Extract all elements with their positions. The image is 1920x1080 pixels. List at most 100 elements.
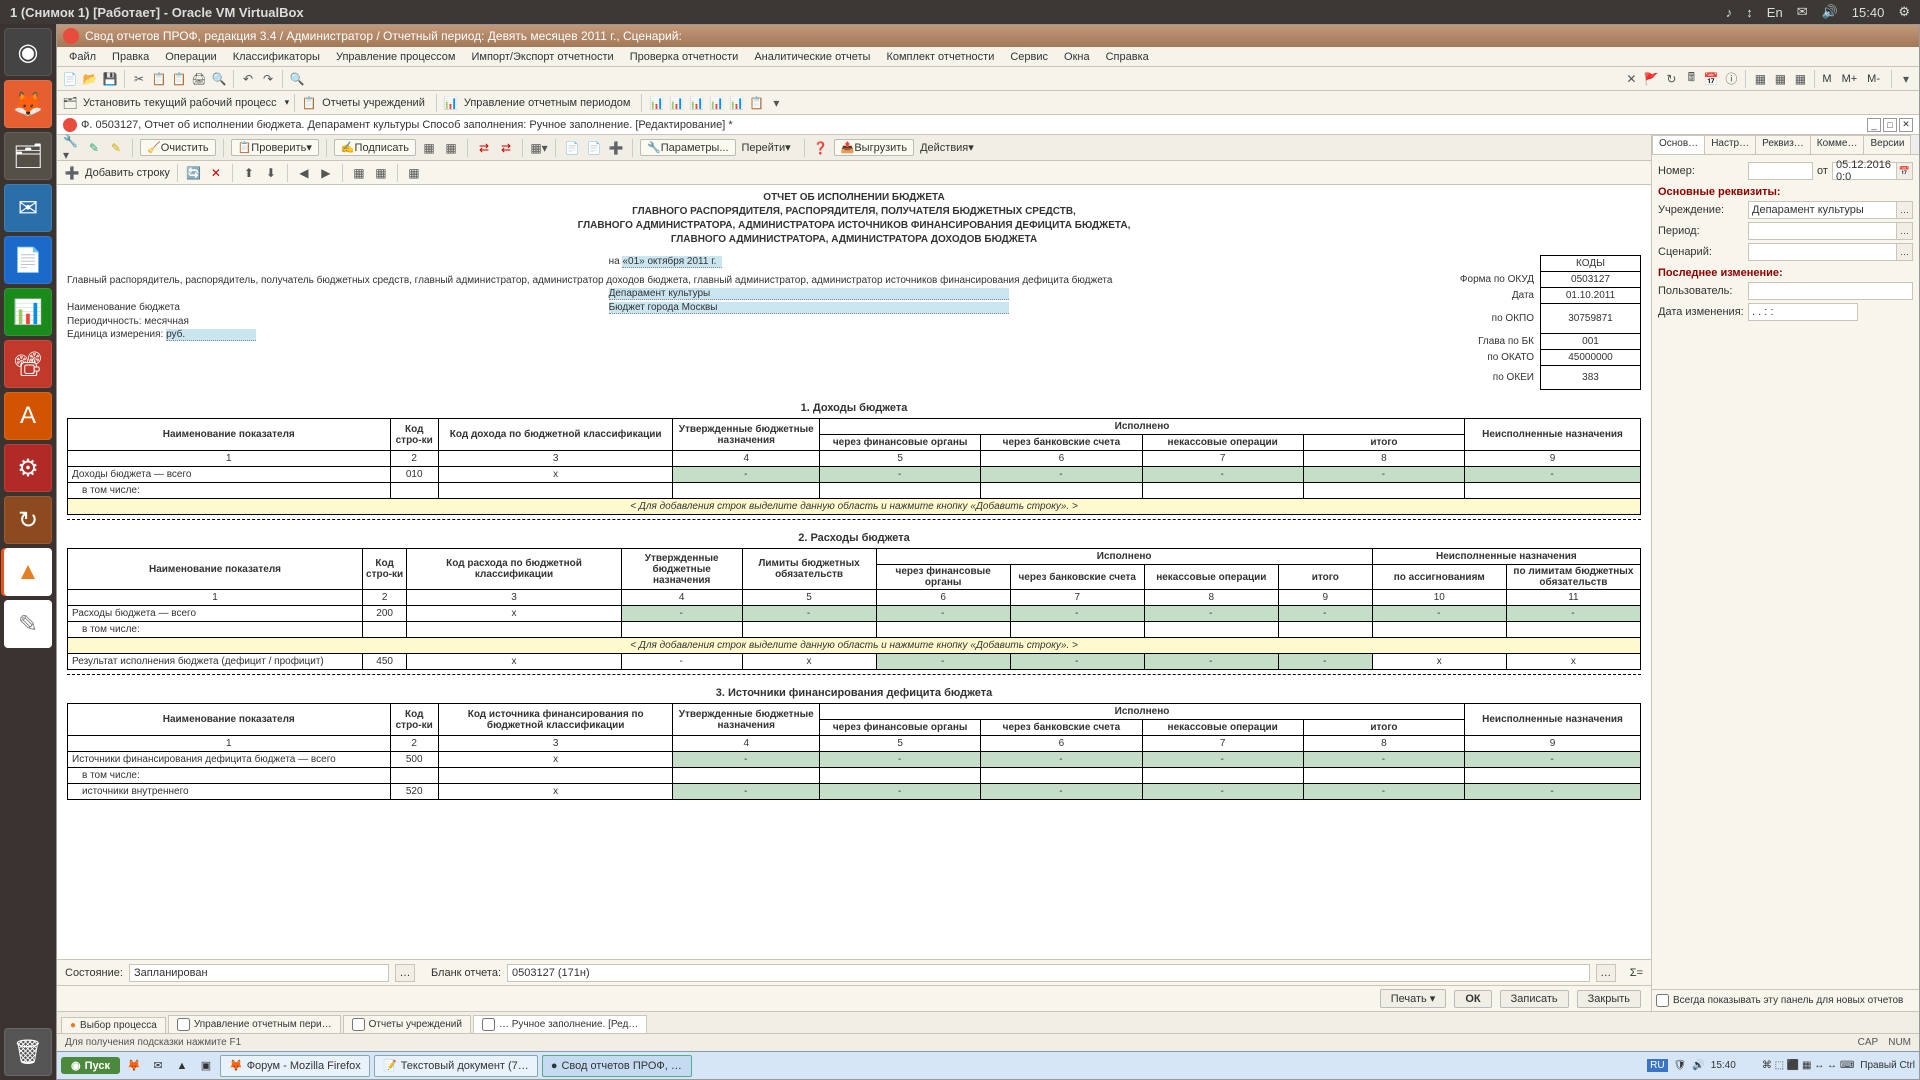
tb-flag-icon[interactable]: 🚩 <box>1642 70 1660 88</box>
new-icon[interactable]: 📄 <box>61 70 79 88</box>
unit-field[interactable]: руб. <box>166 329 256 341</box>
clock[interactable]: 15:40 <box>1852 5 1885 20</box>
tb-mminus[interactable]: M- <box>1865 73 1886 85</box>
ar-refresh[interactable]: 🔄 <box>185 164 203 182</box>
scenario-input[interactable] <box>1748 243 1897 261</box>
tb-m[interactable]: M <box>1820 73 1837 85</box>
tb-x-icon[interactable]: ✕ <box>1622 70 1640 88</box>
period-icon[interactable]: 📊 <box>442 94 460 112</box>
dtb-i3[interactable]: ✎ <box>107 139 125 157</box>
gedit-icon[interactable]: ✎ <box>4 600 52 648</box>
dtb-i6[interactable]: ⇄ <box>475 139 493 157</box>
print-button[interactable]: Печать ▾ <box>1380 989 1447 1008</box>
tb2-i5[interactable]: 📊 <box>727 94 745 112</box>
network-icon[interactable]: ↕ <box>1746 5 1753 20</box>
ql-desktop[interactable]: ▣ <box>196 1056 216 1076</box>
blank-field[interactable]: 0503127 (171н) <box>507 964 1590 982</box>
change-date-input[interactable]: . . : : <box>1748 303 1858 321</box>
ql-thunderbird[interactable]: ✉ <box>148 1056 168 1076</box>
task-firefox[interactable]: 🦊 Форум - Mozilla Firefox <box>220 1055 370 1077</box>
dtb-i5[interactable]: ▦ <box>442 139 460 157</box>
dtb-help[interactable]: ❓ <box>812 139 830 157</box>
task-text[interactable]: 📝 Текстовый документ (7… <box>374 1055 538 1077</box>
cut-icon[interactable]: ✂ <box>130 70 148 88</box>
wtab-reports[interactable]: Отчеты учреждений <box>343 1015 471 1033</box>
clear-button[interactable]: 🧹Очистить <box>140 139 216 156</box>
mail-icon[interactable]: ✉ <box>1797 4 1808 20</box>
print-icon[interactable]: 🖨 <box>190 70 208 88</box>
dtb-i1[interactable]: 🔧▾ <box>63 139 81 157</box>
redo-icon[interactable]: ↷ <box>259 70 277 88</box>
tb-mplus[interactable]: M+ <box>1840 73 1864 85</box>
tb-help-icon[interactable]: ⓘ <box>1722 70 1740 88</box>
task-1c[interactable]: ● Свод отчетов ПРОФ, … <box>542 1055 692 1077</box>
start-button[interactable]: ◉ Пуск <box>61 1057 120 1074</box>
menu-classifiers[interactable]: Классификаторы <box>225 51 328 63</box>
tb2-i3[interactable]: 📊 <box>687 94 705 112</box>
tb2-i6[interactable]: 📋 <box>747 94 765 112</box>
wtab-edit[interactable]: … Ручное заполнение. [Ред… <box>473 1015 647 1033</box>
thunderbird-icon[interactable]: ✉ <box>4 184 52 232</box>
menu-file[interactable]: Файл <box>61 51 104 63</box>
firefox-icon[interactable]: 🦊 <box>4 80 52 128</box>
budget-field[interactable]: Бюджет города Москвы <box>609 302 1009 314</box>
paste-icon[interactable]: 📋 <box>170 70 188 88</box>
state-select[interactable]: … <box>395 964 415 982</box>
tab-main[interactable]: Основ… <box>1652 135 1705 154</box>
search-icon[interactable]: 🔍 <box>288 70 306 88</box>
menu-import[interactable]: Импорт/Экспорт отчетности <box>463 51 621 63</box>
sound-icon[interactable]: ♪ <box>1726 5 1733 20</box>
close-icon[interactable]: ✕ <box>1899 118 1913 132</box>
add-row-icon[interactable]: ➕ <box>63 164 81 182</box>
sources-table[interactable]: Наименование показателя Код стро-ки Код … <box>67 703 1641 800</box>
menu-kit[interactable]: Комплект отчетности <box>878 51 1002 63</box>
state-field[interactable]: Запланирован <box>129 964 389 982</box>
ar-g3[interactable]: ▦ <box>405 164 423 182</box>
tb2-i1[interactable]: 📊 <box>647 94 665 112</box>
tray-lang[interactable]: RU <box>1647 1059 1667 1072</box>
tab-versions[interactable]: Версии <box>1863 135 1911 154</box>
save-icon[interactable]: 💾 <box>101 70 119 88</box>
proc-icon[interactable]: 🗂 <box>61 94 79 112</box>
tb-grid3-icon[interactable]: ▦ <box>1791 70 1809 88</box>
tb-grid1-icon[interactable]: ▦ <box>1751 70 1769 88</box>
wtab-period[interactable]: Управление отчетным пери… <box>168 1015 341 1033</box>
preview-icon[interactable]: 🔍 <box>210 70 228 88</box>
wtab-process[interactable]: ●Выбор процесса <box>61 1017 166 1033</box>
date-input[interactable]: 05.12.2016 0:0 <box>1832 162 1897 180</box>
dtb-i7[interactable]: ⇄ <box>497 139 515 157</box>
org-input[interactable]: Депарамент культуры <box>1748 201 1897 219</box>
dtb-i4[interactable]: ▦ <box>420 139 438 157</box>
copy-icon[interactable]: 📋 <box>150 70 168 88</box>
report-pane[interactable]: ОТЧЕТ ОБ ИСПОЛНЕНИИ БЮДЖЕТА ГЛАВНОГО РАС… <box>57 185 1651 959</box>
period-select[interactable]: … <box>1897 222 1913 240</box>
report-date-field[interactable]: «01» октября 2011 г. <box>622 256 722 268</box>
expense-table[interactable]: Наименование показателя Код стро-ки Код … <box>67 548 1641 670</box>
number-input[interactable] <box>1748 162 1813 180</box>
reports-icon[interactable]: 📋 <box>300 94 318 112</box>
blank-select[interactable]: … <box>1596 964 1616 982</box>
tb-cal-icon[interactable]: 📅 <box>1702 70 1720 88</box>
menu-ops[interactable]: Операции <box>157 51 224 63</box>
ar-delete[interactable]: ✕ <box>207 164 225 182</box>
set-process-btn[interactable]: Установить текущий рабочий процесс <box>81 97 283 109</box>
window-titlebar[interactable]: Свод отчетов ПРОФ, редакция 3.4 / Админи… <box>57 25 1919 47</box>
trash-icon[interactable]: 🗑 <box>4 1028 52 1076</box>
ar-right[interactable]: ▶ <box>317 164 335 182</box>
ar-down[interactable]: ⬇ <box>262 164 280 182</box>
ql-firefox[interactable]: 🦊 <box>124 1056 144 1076</box>
org-select[interactable]: … <box>1897 201 1913 219</box>
close-button[interactable]: Закрыть <box>1577 990 1641 1008</box>
calendar-icon[interactable]: 📅 <box>1897 162 1913 180</box>
maximize-icon[interactable]: □ <box>1883 118 1897 132</box>
income-table[interactable]: Наименование показателя Код стро-ки Код … <box>67 418 1641 515</box>
tab-comments[interactable]: Комме… <box>1810 135 1865 154</box>
ar-left[interactable]: ◀ <box>295 164 313 182</box>
tb2-i2[interactable]: 📊 <box>667 94 685 112</box>
files-icon[interactable]: 🗂 <box>4 132 52 180</box>
tb2-more[interactable]: ▾ <box>767 94 785 112</box>
minimize-icon[interactable]: _ <box>1867 118 1881 132</box>
updates-icon[interactable]: ↻ <box>4 496 52 544</box>
dtb-i11[interactable]: ➕ <box>607 139 625 157</box>
dtb-i8[interactable]: ▦▾ <box>530 139 548 157</box>
